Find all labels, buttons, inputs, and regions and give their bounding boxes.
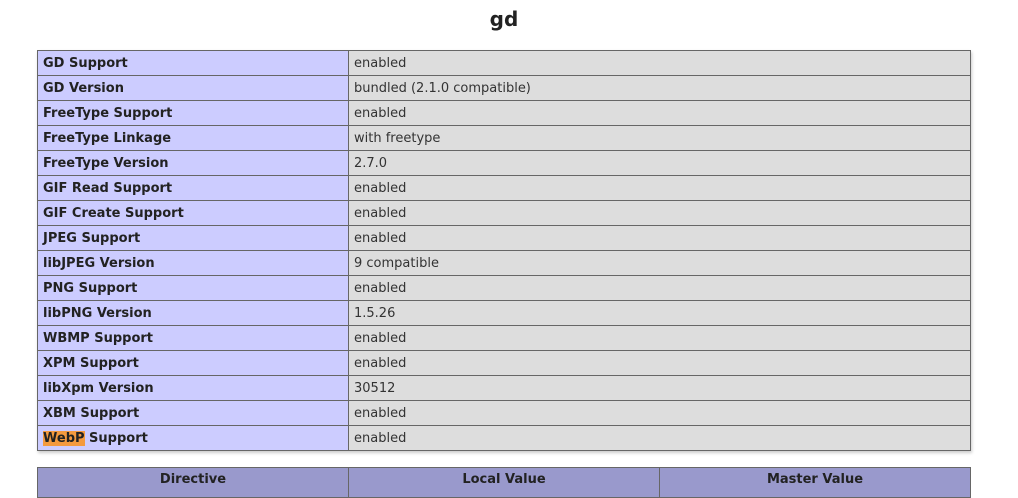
- row-value: enabled: [348, 50, 971, 76]
- row-label-text: libJPEG Version: [43, 255, 155, 271]
- row-label: libPNG Version: [37, 300, 349, 326]
- row-label: PNG Support: [37, 275, 349, 301]
- directive-column-header: Directive: [37, 467, 349, 498]
- row-label: FreeType Version: [37, 150, 349, 176]
- row-label-text: GD Version: [43, 80, 124, 96]
- row-value: with freetype: [348, 125, 971, 151]
- table-row: WebP Support enabled: [37, 425, 971, 451]
- directive-table: Directive Local Value Master Value: [37, 467, 971, 498]
- row-label: FreeType Linkage: [37, 125, 349, 151]
- master-value-column-header: Master Value: [659, 467, 971, 498]
- row-value: enabled: [348, 425, 971, 451]
- table-row: JPEG Support enabled: [37, 225, 971, 251]
- table-row: FreeType Support enabled: [37, 100, 971, 126]
- table-row: GIF Create Support enabled: [37, 200, 971, 226]
- row-label-text: FreeType Support: [43, 105, 173, 121]
- row-label: GD Support: [37, 50, 349, 76]
- row-label: JPEG Support: [37, 225, 349, 251]
- row-label-text: libXpm Version: [43, 380, 154, 396]
- row-value: enabled: [348, 175, 971, 201]
- row-value: enabled: [348, 225, 971, 251]
- row-label-text: JPEG Support: [43, 230, 141, 246]
- table-row: XPM Support enabled: [37, 350, 971, 376]
- table-row: GIF Read Support enabled: [37, 175, 971, 201]
- row-value: 30512: [348, 375, 971, 401]
- row-label: libJPEG Version: [37, 250, 349, 276]
- row-value: enabled: [348, 275, 971, 301]
- row-value: 1.5.26: [348, 300, 971, 326]
- row-label: XBM Support: [37, 400, 349, 426]
- row-value: enabled: [348, 400, 971, 426]
- row-label: GIF Read Support: [37, 175, 349, 201]
- row-label-text: FreeType Linkage: [43, 130, 172, 146]
- table-row: GD Version bundled (2.1.0 compatible): [37, 75, 971, 101]
- row-value: enabled: [348, 325, 971, 351]
- local-value-column-header: Local Value: [348, 467, 660, 498]
- row-label-text: FreeType Version: [43, 155, 169, 171]
- row-label-text: GIF Read Support: [43, 180, 173, 196]
- row-label-text: XBM Support: [43, 405, 140, 421]
- row-label: libXpm Version: [37, 375, 349, 401]
- table-row: libXpm Version 30512: [37, 375, 971, 401]
- table-row: libPNG Version 1.5.26: [37, 300, 971, 326]
- row-label-text: PNG Support: [43, 280, 138, 296]
- row-value: 2.7.0: [348, 150, 971, 176]
- row-label-text: GD Support: [43, 55, 128, 71]
- phpinfo-page: gd GD Support enabled GD Version bundled (2…: [0, 0, 1018, 498]
- row-value: enabled: [348, 350, 971, 376]
- row-label-text: WBMP Support: [43, 330, 154, 346]
- table-row: PNG Support enabled: [37, 275, 971, 301]
- table-row: FreeType Version 2.7.0: [37, 150, 971, 176]
- row-value: bundled (2.1.0 compatible): [348, 75, 971, 101]
- table-row: FreeType Linkage with freetype: [37, 125, 971, 151]
- gd-info-table: GD Support enabled GD Version bundled (2.1.…: [37, 50, 971, 451]
- table-row: libJPEG Version 9 compatible: [37, 250, 971, 276]
- row-label: WBMP Support: [37, 325, 349, 351]
- table-row: XBM Support enabled: [37, 400, 971, 426]
- row-value: enabled: [348, 200, 971, 226]
- module-title: gd: [489, 7, 519, 31]
- row-label-text: Support: [84, 430, 148, 446]
- table-row: GD Support enabled: [37, 50, 971, 76]
- row-value: enabled: [348, 100, 971, 126]
- row-label-text: XPM Support: [43, 355, 139, 371]
- directive-header-row: Directive Local Value Master Value: [37, 467, 971, 498]
- row-label-text: libPNG Version: [43, 305, 152, 321]
- search-highlight: WebP: [43, 430, 85, 446]
- row-label: FreeType Support: [37, 100, 349, 126]
- row-label-text: GIF Create Support: [43, 205, 184, 221]
- row-value: 9 compatible: [348, 250, 971, 276]
- row-label: XPM Support: [37, 350, 349, 376]
- row-label: GIF Create Support: [37, 200, 349, 226]
- row-label: WebP Support: [37, 425, 349, 451]
- table-row: WBMP Support enabled: [37, 325, 971, 351]
- row-label: GD Version: [37, 75, 349, 101]
